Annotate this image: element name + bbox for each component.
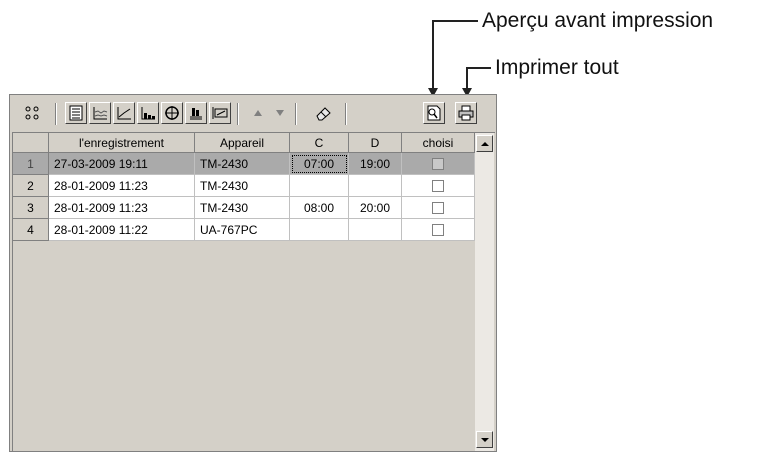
column-header-device[interactable]: Appareil — [195, 133, 290, 153]
scroll-up-icon — [480, 141, 489, 146]
d-cell[interactable] — [349, 219, 402, 241]
choisi-checkbox[interactable] — [432, 201, 444, 214]
column-header-choisi[interactable]: choisi — [402, 133, 475, 153]
recording-date-cell[interactable]: 27-03-2009 19:11 — [49, 153, 195, 175]
recording-date-cell[interactable]: 28-01-2009 11:22 — [49, 219, 195, 241]
histogram-icon — [190, 108, 202, 120]
row-number[interactable]: 3 — [13, 197, 49, 219]
vertical-scrollbar[interactable] — [475, 133, 494, 451]
c-cell[interactable]: 08:00 — [290, 197, 349, 219]
toolbar-separator — [55, 103, 57, 125]
column-header-recording[interactable]: l'enregistrement — [49, 133, 195, 153]
row-number[interactable]: 4 — [13, 219, 49, 241]
histogram-button[interactable] — [185, 102, 207, 124]
toolbar-separator — [345, 103, 347, 125]
sort-down-button[interactable] — [269, 102, 291, 124]
trend-chart-icon — [93, 107, 108, 120]
choisi-checkbox[interactable] — [432, 223, 444, 236]
print-preview-button[interactable] — [423, 102, 445, 124]
table-row[interactable]: 1 27-03-2009 19:11 TM-2430 07:00 19:00 — [13, 153, 475, 175]
choisi-cell — [402, 197, 475, 219]
average-icon — [212, 107, 228, 119]
toolbar-separator — [295, 103, 297, 125]
target-icon — [165, 106, 179, 120]
records-table: l'enregistrement Appareil C D choisi 1 2… — [12, 132, 495, 451]
sort-up-icon — [254, 110, 262, 116]
device-cell[interactable]: TM-2430 — [195, 153, 290, 175]
toolbar-separator — [237, 103, 239, 125]
device-cell[interactable]: TM-2430 — [195, 175, 290, 197]
choisi-cell — [402, 153, 475, 175]
print-all-leader-v — [466, 67, 468, 90]
recording-date-cell[interactable]: 28-01-2009 11:23 — [49, 197, 195, 219]
grid-dots-button[interactable] — [21, 102, 43, 124]
print-all-callout: Imprimer tout — [495, 56, 619, 79]
print-all-leader-h — [466, 67, 491, 69]
row-number[interactable]: 2 — [13, 175, 49, 197]
table-row[interactable]: 3 28-01-2009 11:23 TM-2430 08:00 20:00 — [13, 197, 475, 219]
device-cell[interactable]: UA-767PC — [195, 219, 290, 241]
scroll-down-button[interactable] — [476, 431, 493, 448]
line-chart-icon — [117, 107, 131, 120]
corner-header — [13, 133, 49, 153]
recording-date-cell[interactable]: 28-01-2009 11:23 — [49, 175, 195, 197]
list-view-icon — [69, 105, 83, 121]
row-number[interactable]: 1 — [13, 153, 49, 175]
eraser-button[interactable] — [313, 102, 335, 124]
column-header-c[interactable]: C — [290, 133, 349, 153]
column-header-d[interactable]: D — [349, 133, 402, 153]
records-window: l'enregistrement Appareil C D choisi 1 2… — [9, 94, 497, 452]
choisi-checkbox[interactable] — [432, 157, 444, 170]
sort-down-icon — [276, 110, 284, 116]
line-chart-button[interactable] — [113, 102, 135, 124]
d-cell[interactable]: 20:00 — [349, 197, 402, 219]
choisi-cell — [402, 175, 475, 197]
average-button[interactable] — [209, 102, 231, 124]
choisi-cell — [402, 219, 475, 241]
toolbar — [11, 96, 495, 130]
c-cell[interactable] — [290, 175, 349, 197]
eraser-icon — [316, 107, 331, 121]
scroll-up-button[interactable] — [476, 135, 493, 152]
print-all-button[interactable] — [455, 102, 477, 124]
print-preview-callout: Aperçu avant impression — [482, 9, 714, 32]
scroll-down-icon — [480, 437, 489, 442]
d-cell[interactable]: 19:00 — [349, 153, 402, 175]
grid-dots-icon — [25, 106, 39, 120]
sort-up-button[interactable] — [247, 102, 269, 124]
print-preview-icon — [427, 105, 441, 121]
target-button[interactable] — [161, 102, 183, 124]
d-cell[interactable] — [349, 175, 402, 197]
list-view-button[interactable] — [65, 102, 87, 124]
choisi-checkbox[interactable] — [432, 179, 444, 192]
bar-chart-button[interactable] — [137, 102, 159, 124]
device-cell[interactable]: TM-2430 — [195, 197, 290, 219]
preview-leader-h — [432, 20, 478, 22]
c-cell[interactable]: 07:00 — [290, 153, 349, 175]
preview-leader-v — [432, 20, 434, 90]
trend-chart-button[interactable] — [89, 102, 111, 124]
table-row[interactable]: 4 28-01-2009 11:22 UA-767PC — [13, 219, 475, 241]
table-row[interactable]: 2 28-01-2009 11:23 TM-2430 — [13, 175, 475, 197]
print-all-icon — [458, 105, 474, 121]
bar-chart-icon — [141, 107, 155, 120]
table-empty-area — [13, 241, 475, 451]
c-cell[interactable] — [290, 219, 349, 241]
